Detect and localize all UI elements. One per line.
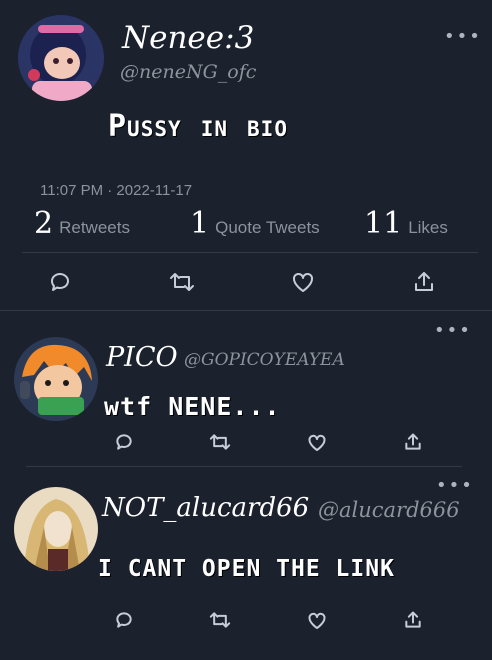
like-icon[interactable] <box>305 430 329 454</box>
reply-display-name[interactable]: NOT_alucard66 <box>102 493 309 523</box>
reply-icon[interactable] <box>46 268 74 296</box>
quote-tweets-stat[interactable]: 1 Quote Tweets <box>190 206 320 241</box>
retweets-stat[interactable]: 2 Retweets <box>34 206 130 241</box>
share-icon[interactable] <box>401 608 425 632</box>
like-icon[interactable] <box>289 268 317 296</box>
retweets-label: Retweets <box>59 218 130 237</box>
reply-handle[interactable]: @GOPICOYEAYEA <box>184 350 345 370</box>
reply-handle[interactable]: @alucard666 <box>318 498 460 522</box>
reply-icon[interactable] <box>112 608 136 632</box>
quote-tweets-label: Quote Tweets <box>215 218 320 237</box>
main-display-name[interactable]: Nenee:3 <box>122 20 254 56</box>
main-timestamp[interactable]: 11:07 PM · 2022-11-17 <box>40 182 192 199</box>
avatar-alucard[interactable] <box>14 487 98 571</box>
main-more-icon[interactable]: ••• <box>444 28 482 46</box>
reply-icon[interactable] <box>112 430 136 454</box>
quote-tweets-count: 1 <box>190 206 210 241</box>
likes-label: Likes <box>408 218 448 237</box>
retweet-icon[interactable] <box>208 608 232 632</box>
main-tweet-text: Pussy in bio <box>108 109 288 144</box>
reply-text: I CANT OPEN THE LINK <box>98 556 395 582</box>
main-handle[interactable]: @neneNG_ofc <box>120 61 256 83</box>
avatar-pico[interactable] <box>14 337 98 421</box>
share-icon[interactable] <box>401 430 425 454</box>
reply-display-name[interactable]: PICO <box>106 342 178 373</box>
divider <box>26 466 462 467</box>
divider <box>22 252 478 253</box>
likes-stat[interactable]: 11 Likes <box>364 206 448 241</box>
reply-more-icon[interactable]: ••• <box>436 477 474 495</box>
retweet-icon[interactable] <box>168 268 196 296</box>
share-icon[interactable] <box>410 268 438 296</box>
avatar-nenee[interactable] <box>18 15 104 101</box>
retweets-count: 2 <box>34 206 54 241</box>
reply-more-icon[interactable]: ••• <box>434 322 472 340</box>
retweet-icon[interactable] <box>208 430 232 454</box>
like-icon[interactable] <box>305 608 329 632</box>
likes-count: 11 <box>364 206 403 241</box>
divider <box>0 310 492 311</box>
reply-text: wtf NENE... <box>104 392 281 421</box>
